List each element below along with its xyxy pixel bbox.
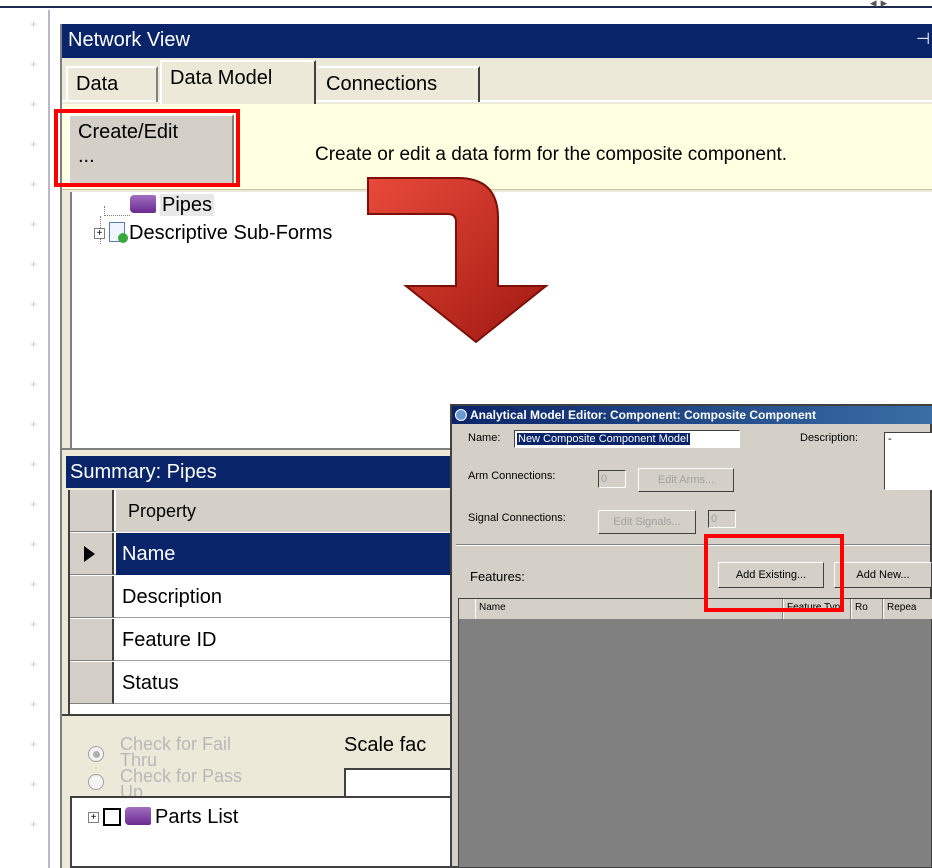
description-input[interactable]: -	[884, 432, 932, 490]
pin-icon[interactable]: ⊣	[916, 24, 930, 56]
analytical-model-editor-window: Analytical Model Editor: Component: Comp…	[450, 404, 932, 868]
info-text: Create or edit a data form for the compo…	[315, 144, 788, 165]
tree-node-pipes-label: Pipes	[160, 194, 215, 216]
tree-node-parts-list[interactable]: + Parts List	[88, 806, 238, 829]
network-view-title: Network View	[68, 29, 190, 51]
expand-icon[interactable]: +	[88, 812, 99, 823]
add-existing-highlight	[704, 534, 844, 612]
top-border	[0, 0, 932, 8]
ruler-line	[48, 10, 50, 868]
tree-connector	[104, 206, 130, 216]
column-ro[interactable]: Ro	[851, 599, 883, 619]
editor-separator	[456, 544, 930, 546]
description-value: -	[888, 433, 892, 445]
edit-arms-button[interactable]: Edit Arms...	[638, 468, 734, 492]
row-header-corner	[70, 490, 114, 532]
row-selector[interactable]	[70, 576, 114, 618]
name-value: New Composite Component Model	[517, 433, 690, 445]
name-input[interactable]: New Composite Component Model	[514, 430, 740, 448]
features-grid-header: Name Feature Typ Ro Repea	[459, 599, 932, 619]
edit-signals-button[interactable]: Edit Signals...	[598, 510, 696, 534]
editor-titlebar: Analytical Model Editor: Component: Comp…	[452, 406, 932, 424]
column-repeat[interactable]: Repea	[883, 599, 932, 619]
features-label: Features:	[470, 569, 525, 584]
signal-connections-label: Signal Connections:	[468, 512, 566, 524]
tree-node-descriptive-sub-forms[interactable]: + Descriptive Sub-Forms	[94, 222, 332, 245]
current-row-arrow-icon	[84, 546, 95, 562]
fail-thru-radio[interactable]	[88, 746, 104, 762]
editor-title: Analytical Model Editor: Component: Comp…	[470, 408, 816, 422]
tab-connections[interactable]: Connections	[318, 66, 480, 102]
tab-strip: Data Data Model Connections	[62, 58, 932, 104]
row-selector[interactable]	[70, 662, 114, 704]
tab-data-model[interactable]: Data Model	[160, 60, 316, 104]
row-selector[interactable]	[70, 533, 114, 575]
parts-list-label: Parts List	[155, 806, 239, 828]
network-view-titlebar: Network View ⊣	[62, 24, 932, 58]
app-icon	[455, 409, 467, 421]
signal-connections-input[interactable]: 0	[708, 510, 736, 528]
tree-node-pipes[interactable]: Pipes	[130, 194, 215, 217]
parts-list-checkbox[interactable]	[103, 808, 121, 826]
window-scroll-arrows: ◂ ▸	[870, 0, 888, 11]
add-new-button[interactable]: Add New...	[834, 562, 932, 588]
fail-thru-label: Check for Fail Thru	[120, 734, 232, 770]
component-icon	[125, 807, 151, 825]
name-label: Name:	[468, 432, 501, 444]
left-ruler: + + + + + + + + + + + + + + + + + + + + +	[0, 10, 48, 868]
description-label: Description:	[800, 432, 859, 444]
tree-node-subforms-label: Descriptive Sub-Forms	[129, 222, 333, 244]
arm-connections-label: Arm Connections:	[468, 470, 556, 482]
curved-arrow-icon	[367, 177, 549, 344]
create-edit-highlight	[54, 109, 240, 187]
component-icon	[130, 195, 156, 213]
scale-factor-label: Scale fac	[344, 734, 427, 756]
row-selector[interactable]	[70, 619, 114, 661]
arm-connections-input[interactable]: 0	[598, 470, 626, 488]
form-add-icon	[109, 222, 128, 243]
pass-up-radio[interactable]	[88, 774, 104, 790]
features-grid: Name Feature Typ Ro Repea	[458, 598, 932, 868]
arrow-shape	[367, 177, 549, 344]
tab-data[interactable]: Data	[66, 66, 158, 102]
expand-icon[interactable]: +	[94, 228, 105, 239]
